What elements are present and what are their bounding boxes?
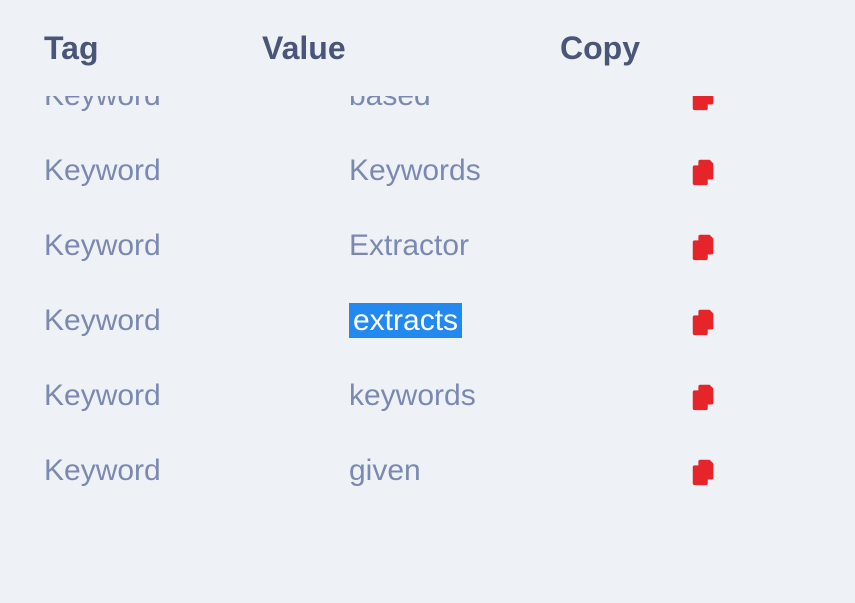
table-row: Keywordkeywords (0, 358, 819, 433)
cell-copy (689, 456, 719, 486)
cell-copy (689, 381, 719, 411)
table-row: Keywordextracts (0, 283, 819, 358)
cell-tag: Keyword (44, 96, 349, 113)
header-tag: Tag (44, 30, 262, 67)
cell-value[interactable]: keywords (349, 379, 689, 413)
copy-icon[interactable] (689, 96, 719, 111)
cell-tag: Keyword (44, 529, 349, 534)
header-copy: Copy (560, 30, 640, 67)
table-row: Keywordbased (0, 96, 819, 133)
cell-tag: Keyword (44, 154, 349, 188)
cell-tag: Keyword (44, 379, 349, 413)
table-row: Keywordgiven (0, 433, 819, 508)
cell-copy (689, 531, 719, 534)
table-row: KeywordExtractor (0, 208, 819, 283)
copy-icon[interactable] (689, 456, 719, 486)
cell-copy (689, 96, 719, 111)
cell-value[interactable]: Extractor (349, 229, 689, 263)
cell-copy (689, 156, 719, 186)
cell-tag: Keyword (44, 304, 349, 338)
header-value: Value (262, 30, 560, 67)
copy-icon[interactable] (689, 531, 719, 534)
cell-value[interactable]: extracts (349, 304, 689, 338)
cell-copy (689, 231, 719, 261)
cell-tag: Keyword (44, 454, 349, 488)
cell-value[interactable]: Keywords (349, 154, 689, 188)
copy-icon[interactable] (689, 231, 719, 261)
cell-copy (689, 306, 719, 336)
cell-value[interactable]: text (349, 529, 689, 534)
cell-value[interactable]: based (349, 96, 689, 113)
copy-icon[interactable] (689, 306, 719, 336)
cell-value[interactable]: given (349, 454, 689, 488)
table-header: Tag Value Copy (0, 0, 855, 87)
table-row: Keywordtext (0, 508, 819, 533)
copy-icon[interactable] (689, 156, 719, 186)
table-scroll-area[interactable]: KeywordbasedKeywordKeywordsKeywordExtrac… (0, 96, 819, 533)
table-row: KeywordKeywords (0, 133, 819, 208)
copy-icon[interactable] (689, 381, 719, 411)
cell-tag: Keyword (44, 229, 349, 263)
